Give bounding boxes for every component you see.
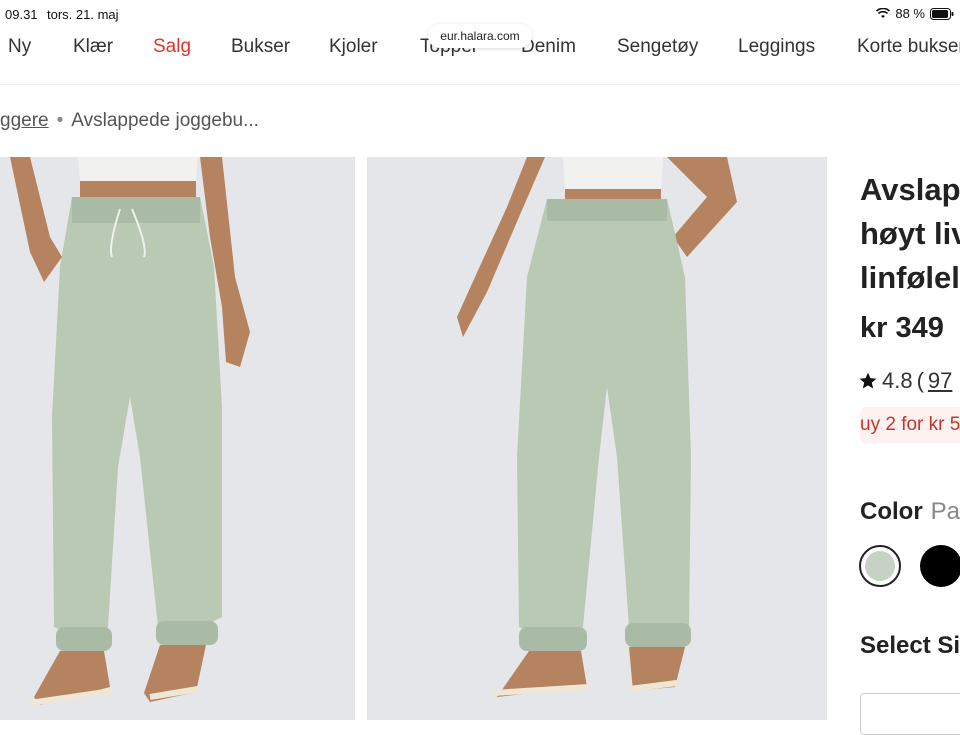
breadcrumb: ggere • Avslappede joggebu... xyxy=(0,110,259,132)
nav-item-ny[interactable]: Ny xyxy=(8,36,31,58)
star-icon xyxy=(859,372,877,389)
breadcrumb-parent-link[interactable]: ggere xyxy=(0,110,49,131)
nav-item-kjoler[interactable]: Kjoler xyxy=(329,36,378,58)
pants-back-illustration xyxy=(367,157,827,720)
breadcrumb-separator: • xyxy=(56,110,64,131)
color-value: Pa xyxy=(930,498,960,525)
product-image-back[interactable] xyxy=(367,157,827,720)
product-price: kr 349 xyxy=(860,312,944,344)
promo-badge: uy 2 for kr 5 xyxy=(860,407,960,443)
nav-item-klaer[interactable]: Klær xyxy=(73,36,113,58)
nav-item-salg[interactable]: Salg xyxy=(153,36,191,58)
battery-percent: 88 % xyxy=(895,6,925,21)
color-swatch-pale-green[interactable] xyxy=(859,545,901,587)
product-title-line-1: Avslap xyxy=(860,172,960,207)
wifi-icon xyxy=(876,8,891,18)
product-title-line-3: linfølel xyxy=(860,260,960,295)
color-selector-label: Color Pa xyxy=(860,498,960,526)
pants-front-illustration xyxy=(0,157,355,720)
status-time: 09.31 xyxy=(5,7,38,22)
nav-item-leggings[interactable]: Leggings xyxy=(738,36,815,58)
product-image-front[interactable] xyxy=(0,157,355,720)
status-right: 88 % xyxy=(876,6,954,21)
nav-item-bukser[interactable]: Bukser xyxy=(231,36,290,58)
nav-item-korte-bukser[interactable]: Korte bukser xyxy=(857,36,960,58)
swatch-fill xyxy=(865,551,895,581)
size-option-box[interactable] xyxy=(860,693,960,735)
color-swatch-black[interactable] xyxy=(920,545,960,587)
status-date: tors. 21. maj xyxy=(47,7,119,22)
size-selector-label: Select Si xyxy=(860,632,960,659)
url-bar[interactable]: eur.halara.com xyxy=(428,24,532,48)
rating-paren: ( xyxy=(916,368,924,393)
battery-icon xyxy=(930,7,954,20)
breadcrumb-current: Avslappede joggebu... xyxy=(71,110,259,131)
review-count-link[interactable]: 97 xyxy=(928,368,952,394)
product-title: Avslap høyt liv linfølel xyxy=(860,168,960,300)
nav-item-sengetoy[interactable]: Sengetøy xyxy=(617,36,698,58)
rating-value: 4.8 xyxy=(882,368,913,393)
product-rating: 4.8 ( 97 xyxy=(858,368,952,394)
product-title-line-2: høyt liv xyxy=(860,216,960,251)
color-label: Color xyxy=(860,498,923,525)
